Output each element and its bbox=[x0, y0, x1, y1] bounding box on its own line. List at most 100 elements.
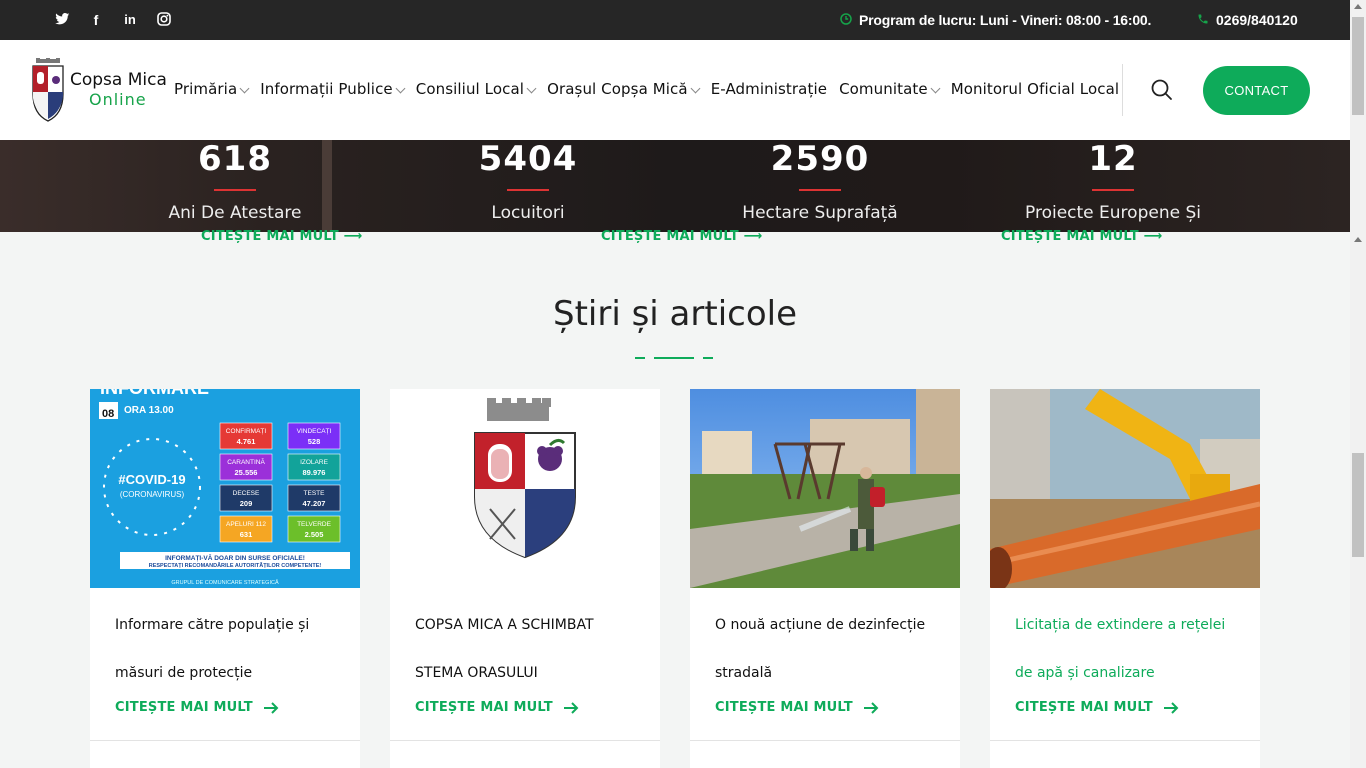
read-more-link[interactable]: CITEȘTE MAI MULT ⟶ bbox=[201, 229, 362, 244]
contact-button[interactable]: CONTACT bbox=[1203, 66, 1310, 115]
site-header: Copsa Mica Online Primăria Informații Pu… bbox=[0, 40, 1350, 140]
infographic-center: #COVID-19 bbox=[118, 472, 185, 487]
news-card: Licitația de extindere a rețelei de apă … bbox=[990, 389, 1260, 768]
instagram-icon[interactable] bbox=[156, 12, 172, 28]
stat-box-value: 2.505 bbox=[305, 530, 324, 539]
working-hours-text: Program de lucru: Luni - Vineri: 08:00 -… bbox=[859, 12, 1152, 28]
disinfection-photo[interactable] bbox=[690, 389, 960, 588]
arrow-right-icon: ⟶ bbox=[743, 229, 763, 244]
pipe-excavator-image bbox=[990, 389, 1260, 588]
search-button[interactable] bbox=[1150, 78, 1174, 102]
arrow-right-icon bbox=[563, 701, 579, 714]
stat-box-label: TELVERDE bbox=[297, 521, 331, 528]
page-scrollbar[interactable] bbox=[1350, 0, 1366, 768]
logo-subtitle: Online bbox=[89, 90, 147, 109]
stat-box-value: 89.976 bbox=[303, 468, 326, 477]
read-more-link[interactable]: CITEȘTE MAI MULT bbox=[1015, 700, 1179, 715]
arrow-right-icon: ⟶ bbox=[1143, 229, 1163, 244]
stat-number: 618 bbox=[198, 140, 272, 179]
news-card-title[interactable]: O nouă acțiune de dezinfecție stradală bbox=[715, 601, 940, 697]
scroll-thumb[interactable] bbox=[1352, 17, 1364, 115]
news-card: COPSA MICA A SCHIMBAT STEMA ORASULUI CIT… bbox=[390, 389, 660, 768]
search-icon bbox=[1151, 79, 1172, 100]
read-more-link[interactable]: CITEȘTE MAI MULT ⟶ bbox=[601, 229, 762, 244]
logo-title: Copsa Mica bbox=[70, 70, 167, 90]
stat-eu-projects: 12 Proiecte Europene Și bbox=[993, 140, 1233, 223]
stat-number: 2590 bbox=[770, 140, 870, 179]
nav-e-administratie[interactable]: E-Administrație bbox=[711, 80, 827, 98]
stat-box-value: 209 bbox=[240, 499, 253, 508]
nav-orasul-copsa-mica[interactable]: Orașul Copșa Mică bbox=[547, 80, 701, 98]
scroll-up-icon[interactable] bbox=[1354, 237, 1362, 242]
coat-of-arms-logo bbox=[32, 58, 64, 122]
coat-of-arms-emblem bbox=[474, 398, 576, 559]
stat-box-value: 4.761 bbox=[237, 437, 256, 446]
news-card: INFORMARE 08 ORA 13.00 #COVID-19 (CORONA… bbox=[90, 389, 360, 768]
stat-box-label: VINDECAȚI bbox=[297, 428, 332, 435]
news-card-title[interactable]: COPSA MICA A SCHIMBAT STEMA ORASULUI bbox=[415, 601, 640, 697]
social-links: f in bbox=[54, 12, 172, 28]
header-divider bbox=[1122, 64, 1123, 116]
read-more-link[interactable]: CITEȘTE MAI MULT ⟶ bbox=[1001, 229, 1162, 244]
stat-label: Ani De Atestare bbox=[168, 203, 302, 223]
chevron-down-icon bbox=[930, 83, 941, 93]
stat-years: 618 Ani De Atestare bbox=[115, 140, 355, 223]
nav-monitorul-oficial-local[interactable]: Monitorul Oficial Local bbox=[951, 80, 1119, 98]
news-card: O nouă acțiune de dezinfecție stradală C… bbox=[690, 389, 960, 768]
street-disinfection-image bbox=[690, 389, 960, 588]
stat-box-label: CONFIRMAȚI bbox=[226, 428, 267, 435]
card-divider bbox=[90, 740, 360, 741]
stat-number: 5404 bbox=[478, 140, 578, 179]
read-more-link[interactable]: CITEȘTE MAI MULT bbox=[415, 700, 579, 715]
card-divider bbox=[390, 740, 660, 741]
nav-primaria[interactable]: Primăria bbox=[174, 80, 250, 98]
stat-box-label: TESTE bbox=[304, 490, 326, 497]
stat-box-label: APELURI 112 bbox=[226, 521, 266, 528]
infographic-footer-3: GRUPUL DE COMUNICARE STRATEGICĂ bbox=[171, 579, 279, 586]
scroll-up-icon[interactable] bbox=[1354, 4, 1362, 9]
arrow-right-icon bbox=[263, 701, 279, 714]
nav-comunitate[interactable]: Comunitate bbox=[839, 80, 941, 98]
site-logo[interactable]: Copsa Mica Online bbox=[30, 58, 167, 122]
infographic-heading: INFORMARE bbox=[100, 389, 209, 398]
chevron-down-icon bbox=[690, 83, 701, 93]
stat-underline bbox=[1092, 189, 1134, 191]
coat-of-arms-image[interactable] bbox=[390, 389, 660, 588]
stat-residents: 5404 Locuitori bbox=[408, 140, 648, 223]
top-bar: f in Program de lucru: Luni - Vineri: 08… bbox=[0, 0, 1350, 40]
stat-label: Proiecte Europene Și bbox=[1025, 203, 1201, 223]
nav-consiliul-local[interactable]: Consiliul Local bbox=[416, 80, 537, 98]
covid-infographic-image[interactable]: INFORMARE 08 ORA 13.00 #COVID-19 (CORONA… bbox=[90, 389, 360, 588]
stat-box-label: CARANTINĂ bbox=[227, 457, 265, 466]
covid-infographic: INFORMARE 08 ORA 13.00 #COVID-19 (CORONA… bbox=[99, 389, 350, 586]
water-network-photo[interactable] bbox=[990, 389, 1260, 588]
stat-box-value: 528 bbox=[308, 437, 321, 446]
working-hours: Program de lucru: Luni - Vineri: 08:00 -… bbox=[840, 12, 1151, 28]
stat-box-value: 25.556 bbox=[235, 468, 258, 477]
chevron-down-icon bbox=[239, 83, 250, 93]
main-nav: Primăria Informații Publice Consiliul Lo… bbox=[174, 80, 1131, 98]
stat-label: Hectare Suprafață bbox=[742, 203, 898, 223]
nav-informatii-publice[interactable]: Informații Publice bbox=[260, 80, 406, 98]
read-more-link[interactable]: CITEȘTE MAI MULT bbox=[115, 700, 279, 715]
infographic-center-sub: (CORONAVIRUS) bbox=[120, 490, 185, 499]
phone-text: 0269/840120 bbox=[1216, 12, 1298, 28]
read-more-link[interactable]: CITEȘTE MAI MULT bbox=[715, 700, 879, 715]
stat-box-value: 631 bbox=[240, 530, 253, 539]
news-card-title[interactable]: Informare către populație și măsuri de p… bbox=[115, 601, 340, 697]
facebook-icon[interactable]: f bbox=[88, 12, 104, 28]
clock-icon bbox=[840, 12, 852, 28]
infographic-footer-2: RESPECTAȚI RECOMANDĂRILE AUTORITĂȚILOR C… bbox=[149, 562, 322, 569]
linkedin-icon[interactable]: in bbox=[122, 12, 138, 28]
infographic-footer: INFORMAȚI-VĂ DOAR DIN SURSE OFICIALE! bbox=[165, 553, 305, 562]
phone-number[interactable]: 0269/840120 bbox=[1197, 12, 1298, 28]
news-card-title[interactable]: Licitația de extindere a rețelei de apă … bbox=[1015, 601, 1240, 697]
infographic-time: ORA 13.00 bbox=[124, 405, 174, 416]
arrow-right-icon: ⟶ bbox=[343, 229, 363, 244]
stat-underline bbox=[507, 189, 549, 191]
twitter-icon[interactable] bbox=[54, 12, 70, 28]
card-divider bbox=[990, 740, 1260, 741]
scroll-thumb[interactable] bbox=[1352, 453, 1364, 557]
infographic-date: 08 bbox=[102, 408, 114, 420]
arrow-right-icon bbox=[1163, 701, 1179, 714]
